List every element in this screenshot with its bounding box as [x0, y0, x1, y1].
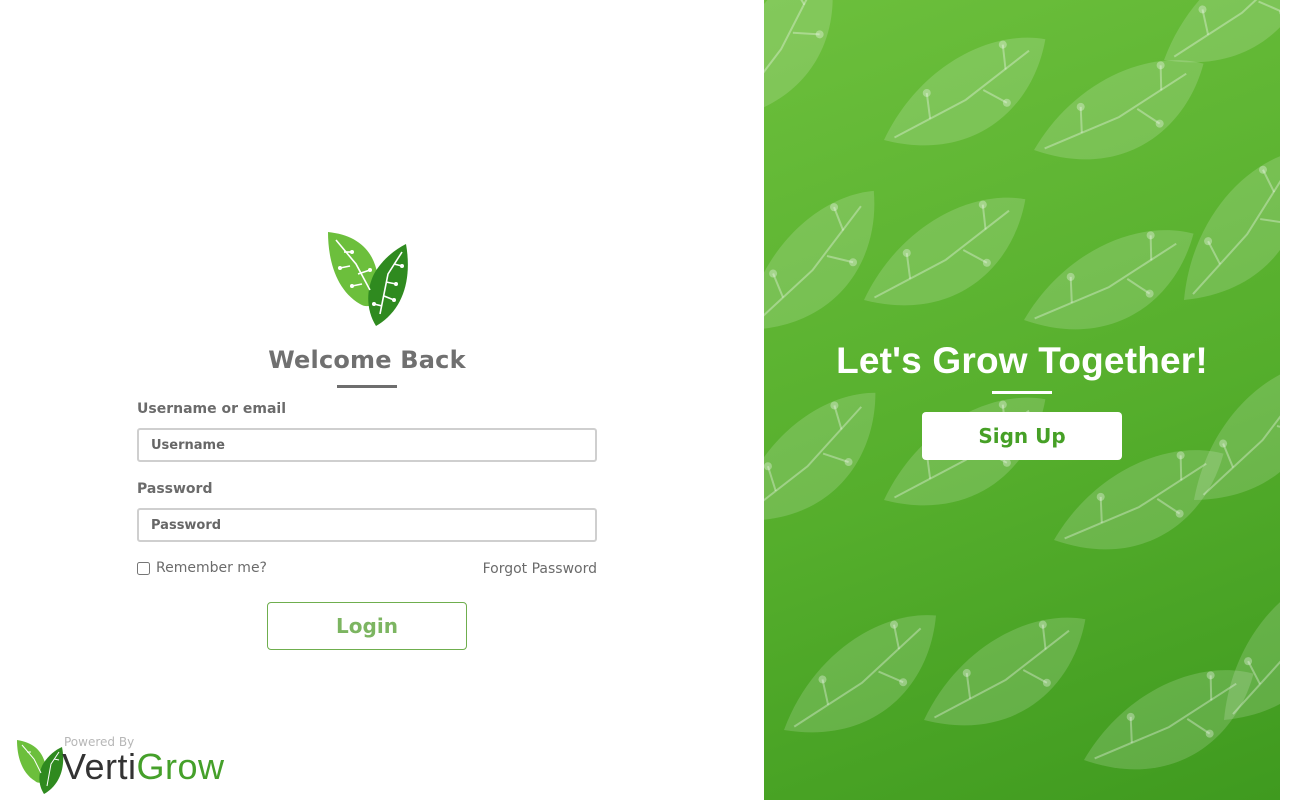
username-label: Username or email	[137, 401, 286, 417]
login-panel: Welcome Back Username or email Password …	[0, 0, 764, 800]
leaf-circuit-logo-icon	[17, 740, 64, 794]
remember-row: Remember me? Forgot Password	[137, 560, 597, 580]
signup-panel: Let's Grow Together! Sign Up	[764, 0, 1280, 800]
tagline-underline	[992, 391, 1052, 394]
forgot-password-link[interactable]: Forgot Password	[483, 561, 597, 577]
leaf-circuit-pattern-icon	[764, 0, 1280, 800]
remember-me-label: Remember me?	[156, 560, 267, 576]
remember-me[interactable]: Remember me?	[137, 560, 267, 576]
leaf-circuit-logo-icon	[328, 232, 408, 326]
brand-name: VertiGrow	[62, 745, 225, 789]
powered-by-logo: Powered By VertiGrow	[16, 735, 246, 795]
brand-name-part1: Verti	[62, 746, 137, 787]
login-button[interactable]: Login	[267, 602, 467, 650]
remember-me-checkbox[interactable]	[137, 561, 150, 575]
brand-name-part2: Grow	[136, 746, 225, 787]
welcome-heading: Welcome Back	[268, 346, 466, 374]
login-page: Welcome Back Username or email Password …	[0, 0, 1295, 800]
password-label: Password	[137, 481, 213, 497]
password-input[interactable]	[137, 508, 597, 542]
sign-up-button[interactable]: Sign Up	[922, 412, 1122, 460]
signup-tagline: Let's Grow Together!	[836, 340, 1208, 381]
heading-underline	[337, 385, 397, 388]
username-input[interactable]	[137, 428, 597, 462]
